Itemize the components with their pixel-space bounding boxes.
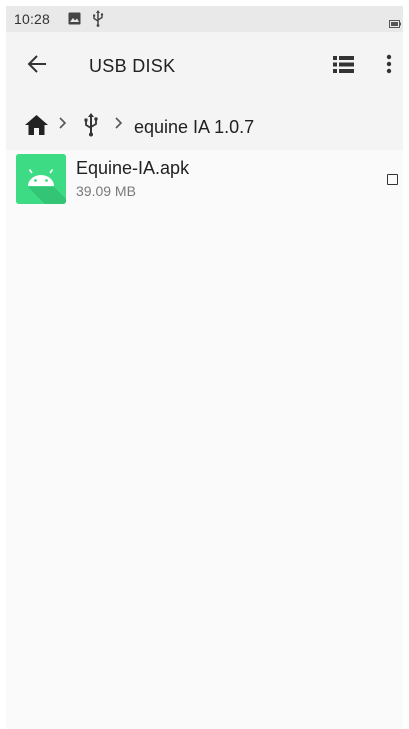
- breadcrumb-current-folder[interactable]: equine IA 1.0.7: [134, 117, 254, 138]
- status-time: 10:28: [14, 11, 51, 27]
- file-name: Equine-IA.apk: [76, 158, 190, 178]
- view-toggle-button[interactable]: [333, 56, 354, 78]
- screen: 10:28 USB DISK equine IA 1.0.7 Equine-IA…: [6, 6, 403, 729]
- chevron-right-icon: [114, 116, 123, 135]
- breadcrumb: equine IA 1.0.7: [6, 100, 403, 150]
- home-icon: [25, 115, 48, 135]
- more-options-button[interactable]: [386, 54, 392, 79]
- file-list: Equine-IA.apk 39.09 MB: [6, 150, 403, 729]
- list-view-icon: [333, 56, 354, 73]
- breadcrumb-home[interactable]: [25, 115, 48, 140]
- battery-icon: [389, 15, 401, 33]
- app-bar: USB DISK: [6, 32, 403, 100]
- list-item[interactable]: Equine-IA.apk 39.09 MB: [6, 150, 403, 210]
- usb-icon: [84, 113, 98, 137]
- status-bar: 10:28: [6, 6, 403, 32]
- back-button[interactable]: [26, 53, 48, 80]
- file-checkbox[interactable]: [387, 174, 398, 185]
- usb-icon: [92, 10, 104, 32]
- chevron-right-icon: [58, 116, 67, 135]
- image-icon: [68, 12, 81, 30]
- breadcrumb-usb[interactable]: [83, 113, 99, 142]
- page-title: USB DISK: [89, 56, 176, 76]
- arrow-left-icon: [27, 55, 46, 73]
- android-apk-icon: [16, 154, 66, 204]
- more-vert-icon: [386, 54, 392, 74]
- file-size: 39.09 MB: [76, 183, 136, 199]
